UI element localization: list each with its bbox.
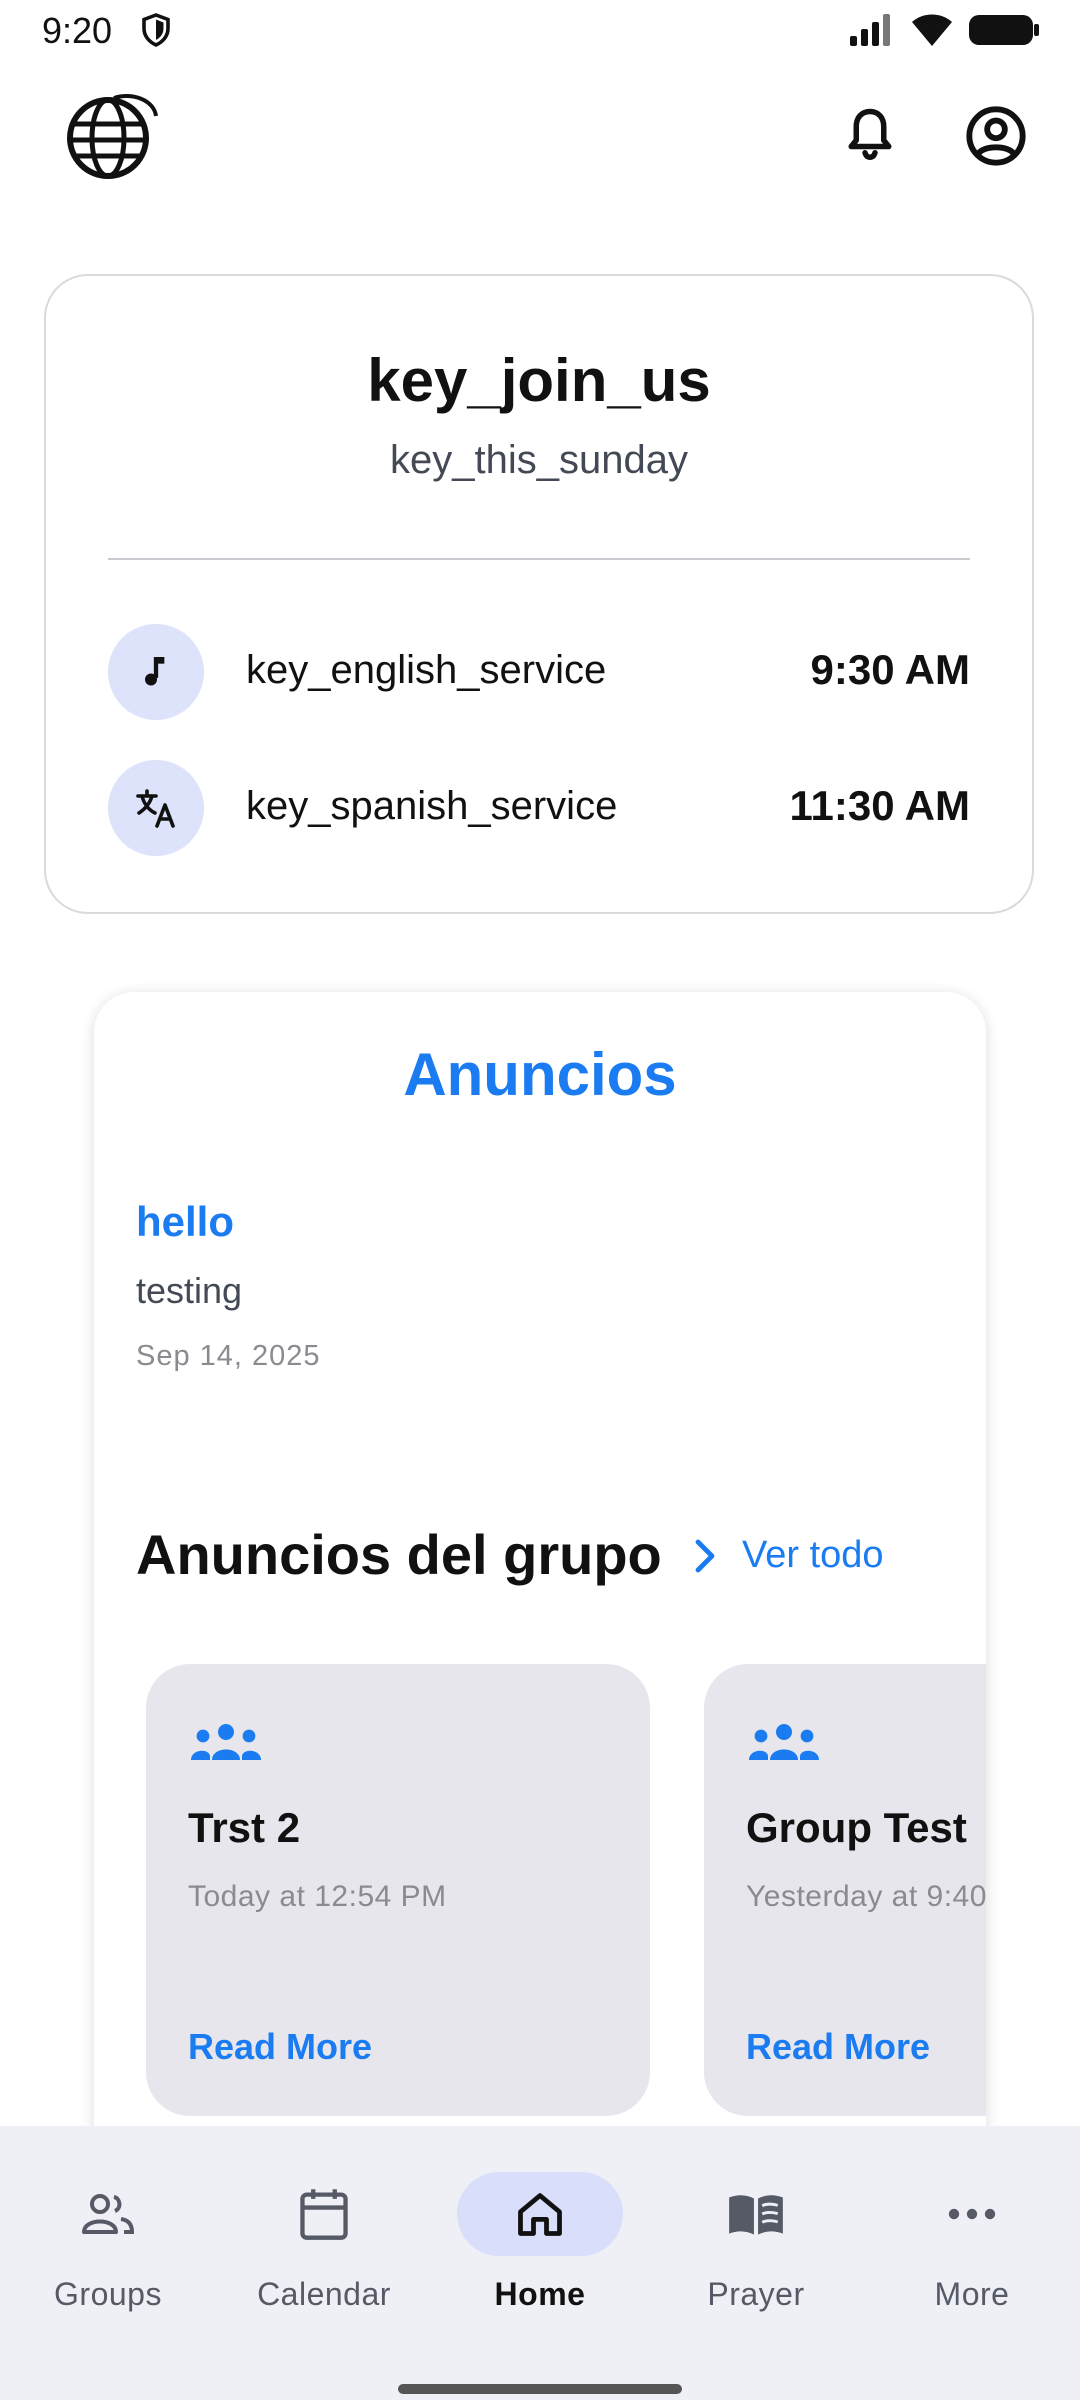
group-announcements-heading: Anuncios del grupo <box>136 1523 662 1586</box>
nav-item-home[interactable]: Home <box>432 2126 648 2326</box>
chevron-right-icon <box>695 1539 715 1572</box>
bell-icon[interactable] <box>840 104 900 164</box>
account-circle-icon[interactable] <box>964 104 1028 168</box>
wifi-icon <box>912 14 952 46</box>
group-icon <box>749 1724 819 1760</box>
see-all-button[interactable]: Ver todo <box>692 1534 884 1577</box>
group-announcement-card[interactable]: Group Test Yesterday at 9:40 Read More <box>704 1664 986 2116</box>
globe-logo[interactable] <box>60 88 160 184</box>
nav-item-more[interactable]: More <box>864 2126 1080 2326</box>
book-icon <box>673 2172 839 2256</box>
announcements-title: Anuncios <box>403 1041 677 1108</box>
signal-icon <box>850 14 890 46</box>
translate-icon <box>108 760 204 856</box>
service-label: key_spanish_service <box>246 784 618 828</box>
groups-icon <box>25 2172 191 2256</box>
bottom-navigation: Groups Calendar Home Prayer More <box>0 2126 1080 2400</box>
more-horizontal-icon <box>889 2172 1055 2256</box>
service-times-card: key_join_us key_this_sunday key_english_… <box>44 274 1034 914</box>
status-bar: 9:20 <box>0 0 1080 62</box>
service-row-english: key_english_service 9:30 AM <box>108 624 970 720</box>
group-time: Yesterday at 9:40 <box>746 1880 986 1913</box>
nav-label: More <box>934 2276 1010 2312</box>
service-time: 11:30 AM <box>789 782 970 829</box>
read-more-link[interactable]: Read More <box>746 2026 930 2068</box>
calendar-icon <box>241 2172 407 2256</box>
service-row-spanish: key_spanish_service 11:30 AM <box>108 760 970 856</box>
shield-icon <box>142 13 170 47</box>
home-indicator[interactable] <box>398 2384 682 2394</box>
announcement-body: testing <box>136 1270 243 1311</box>
nav-label: Prayer <box>707 2276 805 2312</box>
announcements-card: Anuncios hello testing Sep 14, 2025 Anun… <box>94 992 986 2192</box>
service-card-title: key_join_us <box>367 347 711 414</box>
nav-label: Groups <box>54 2276 162 2312</box>
service-card-subtitle: key_this_sunday <box>390 438 688 482</box>
group-announcement-card[interactable]: Trst 2 Today at 12:54 PM Read More <box>146 1664 650 2116</box>
music-note-icon <box>108 624 204 720</box>
home-icon <box>457 2172 623 2256</box>
status-time: 9:20 <box>42 10 113 51</box>
group-name: Group Test <box>746 1804 967 1851</box>
group-icon <box>191 1724 261 1760</box>
group-name: Trst 2 <box>188 1804 301 1851</box>
nav-item-groups[interactable]: Groups <box>0 2126 216 2326</box>
divider <box>108 558 970 560</box>
announcement-title[interactable]: hello <box>136 1198 234 1246</box>
group-time: Today at 12:54 PM <box>188 1880 447 1913</box>
nav-item-calendar[interactable]: Calendar <box>216 2126 432 2326</box>
service-time: 9:30 AM <box>810 646 971 693</box>
read-more-link[interactable]: Read More <box>188 2026 372 2068</box>
battery-icon <box>969 15 1039 45</box>
service-label: key_english_service <box>246 648 607 692</box>
announcement-date: Sep 14, 2025 <box>136 1340 321 1372</box>
nav-label: Home <box>494 2276 586 2312</box>
nav-label: Calendar <box>257 2276 391 2312</box>
nav-item-prayer[interactable]: Prayer <box>648 2126 864 2326</box>
see-all-label: Ver todo <box>742 1534 884 1576</box>
